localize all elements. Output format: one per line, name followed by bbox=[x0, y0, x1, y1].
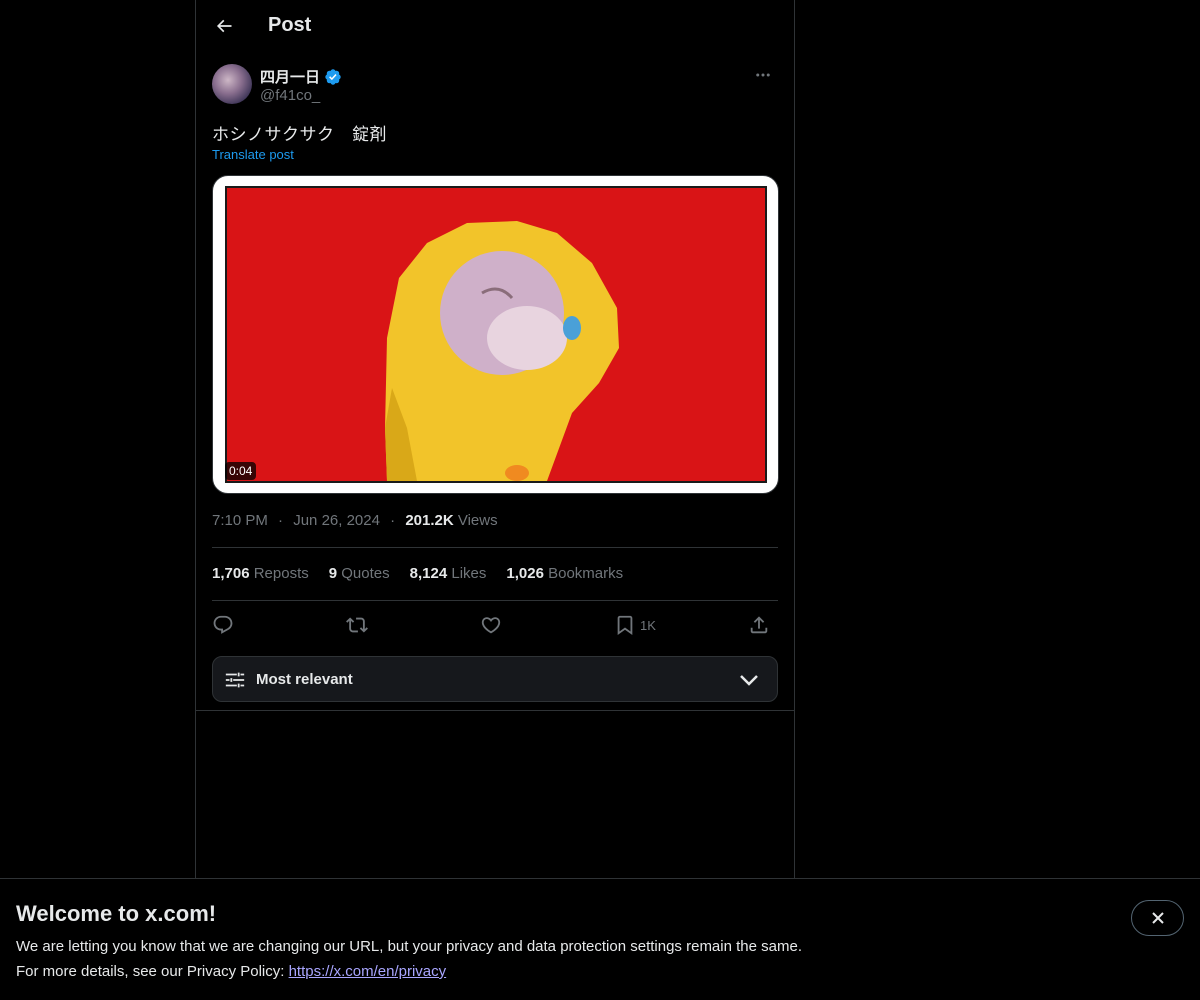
back-arrow-icon bbox=[216, 19, 232, 33]
meta-separator: · bbox=[278, 512, 284, 529]
like-button[interactable] bbox=[480, 610, 502, 640]
bookmark-button[interactable]: 1K bbox=[614, 610, 656, 640]
more-icon bbox=[756, 73, 770, 77]
divider bbox=[212, 547, 778, 548]
video-player[interactable]: 0:04 bbox=[212, 175, 779, 494]
meta-separator: · bbox=[390, 512, 396, 529]
stat-likes[interactable]: 8,124 Likes bbox=[410, 565, 487, 582]
repost-button[interactable] bbox=[346, 610, 368, 640]
chevron-down-icon bbox=[740, 675, 758, 686]
banner-policy-prefix: For more details, see our Privacy Policy… bbox=[16, 963, 289, 980]
post-stats: 1,706 Reposts 9 Quotes 8,124 Likes 1,026… bbox=[212, 565, 623, 582]
divider bbox=[196, 710, 794, 711]
avatar[interactable] bbox=[212, 64, 252, 104]
close-banner-button[interactable] bbox=[1131, 900, 1184, 936]
sort-label: Most relevant bbox=[256, 671, 353, 688]
post-time[interactable]: 7:10 PM bbox=[212, 512, 268, 529]
stat-reposts[interactable]: 1,706 Reposts bbox=[212, 565, 309, 582]
more-button[interactable] bbox=[748, 64, 778, 86]
reply-button[interactable] bbox=[212, 610, 234, 640]
video-frame bbox=[225, 186, 767, 483]
banner-policy-line: For more details, see our Privacy Policy… bbox=[16, 963, 446, 980]
divider bbox=[212, 600, 778, 601]
sort-sliders-icon bbox=[225, 672, 245, 688]
views-count: 201.2K bbox=[405, 512, 454, 529]
privacy-policy-link[interactable]: https://x.com/en/privacy bbox=[289, 963, 447, 980]
video-duration: 0:04 bbox=[225, 462, 257, 480]
stat-bookmarks[interactable]: 1,026 Bookmarks bbox=[506, 565, 623, 582]
action-bar: 1K bbox=[212, 610, 778, 640]
top-bar: Post bbox=[196, 0, 794, 53]
reply-sort-selector[interactable]: Most relevant bbox=[212, 656, 778, 702]
banner-title: Welcome to x.com! bbox=[16, 901, 217, 926]
post-author: 四月一日 @f41co_ bbox=[212, 64, 778, 108]
post-text: ホシノサクサク 錠剤 bbox=[212, 125, 387, 145]
video-thumbnail bbox=[385, 221, 619, 481]
post-meta: 7:10 PM · Jun 26, 2024 · 201.2K Views bbox=[212, 512, 498, 529]
post-date[interactable]: Jun 26, 2024 bbox=[293, 512, 380, 529]
author-name[interactable]: 四月一日 bbox=[260, 66, 320, 87]
like-icon bbox=[481, 617, 501, 634]
share-icon bbox=[750, 616, 768, 634]
verified-badge-icon bbox=[325, 68, 341, 85]
views-label: Views bbox=[457, 512, 498, 529]
url-change-banner: Welcome to x.com! We are letting you kno… bbox=[0, 878, 1200, 1000]
reply-icon bbox=[213, 615, 233, 634]
author-handle[interactable]: @f41co_ bbox=[260, 87, 320, 104]
repost-icon bbox=[346, 617, 368, 633]
banner-message: We are letting you know that we are chan… bbox=[16, 938, 802, 955]
stat-quotes[interactable]: 9 Quotes bbox=[329, 565, 390, 582]
bookmark-count: 1K bbox=[640, 617, 656, 633]
back-button[interactable] bbox=[206, 8, 242, 44]
close-icon bbox=[1151, 912, 1164, 924]
bookmark-icon bbox=[617, 615, 633, 636]
author-name-row[interactable]: 四月一日 bbox=[260, 66, 342, 87]
main-column: Post 四月一日 @f41co_ ホシノサクサク 錠剤 Translate p… bbox=[195, 0, 795, 878]
translate-post-link[interactable]: Translate post bbox=[212, 147, 294, 162]
share-button[interactable] bbox=[748, 610, 770, 640]
page-title: Post bbox=[268, 14, 312, 36]
